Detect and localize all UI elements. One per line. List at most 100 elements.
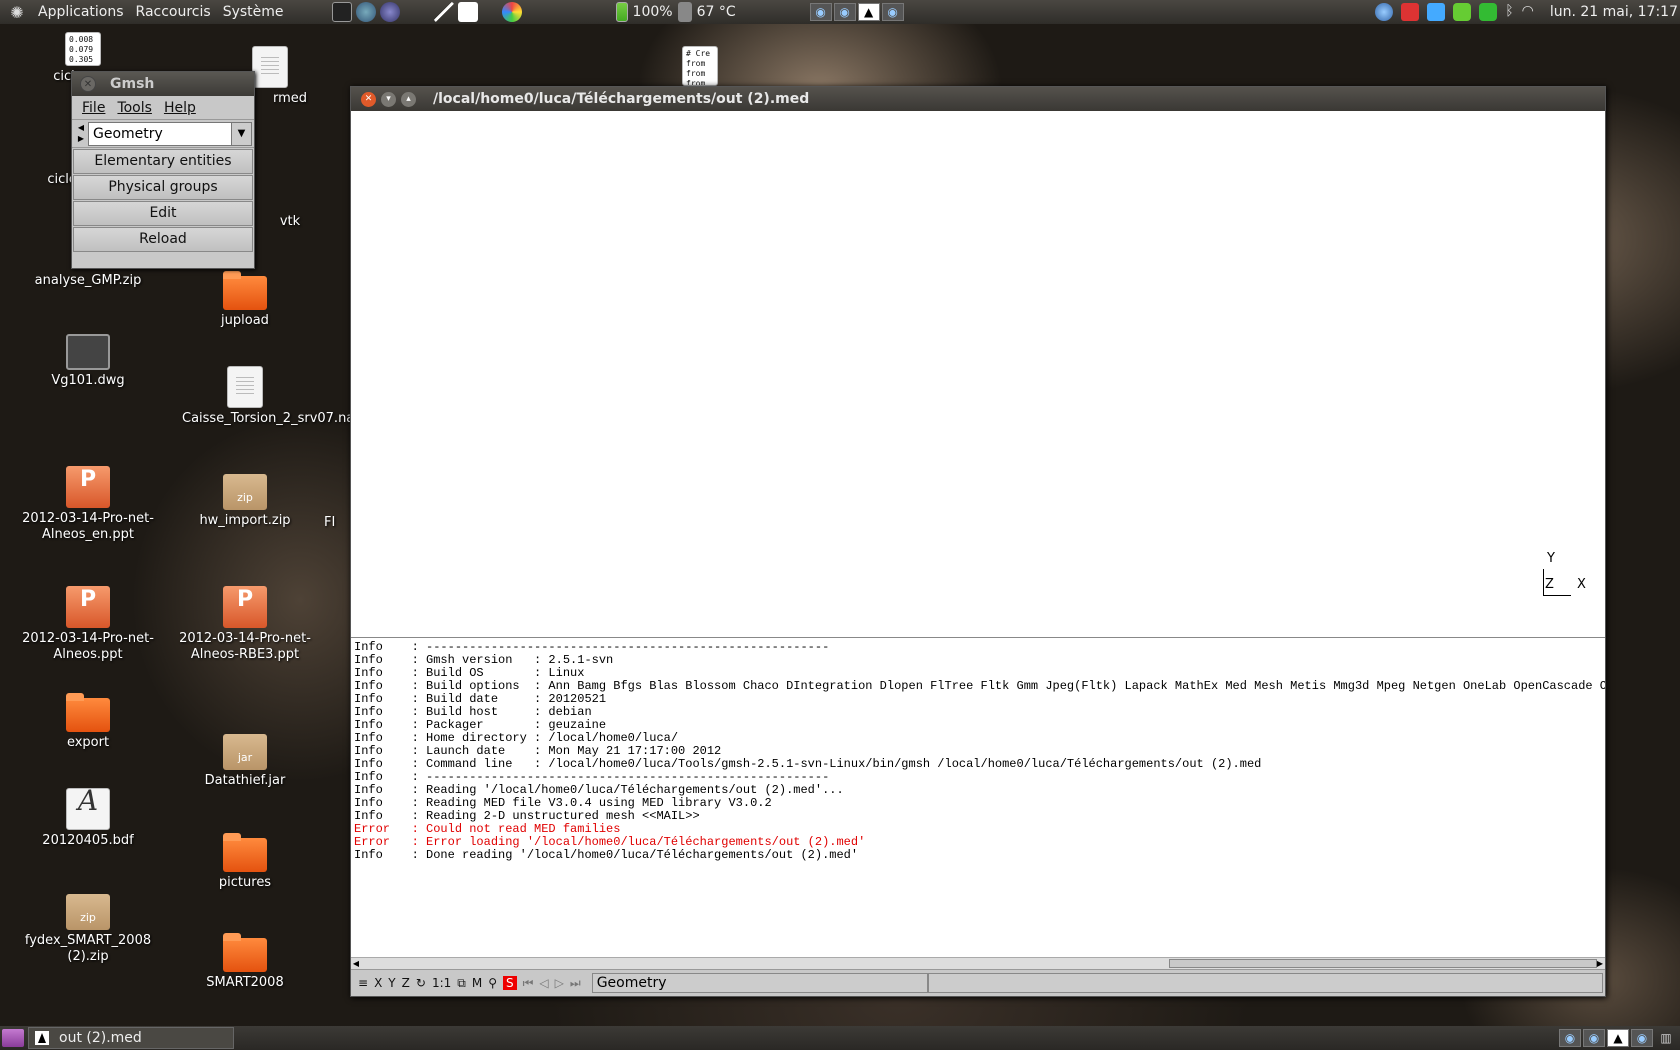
chrome-tray-icon[interactable] [1375,3,1394,21]
close-icon[interactable]: ✕ [361,91,376,107]
cpu-temp-icon [677,2,692,22]
folder-icon [66,693,110,732]
desktop-icon-smart2008[interactable]: SMART2008 [170,933,320,991]
ubuntu-logo-icon[interactable]: ✺ [6,1,28,23]
elementary-entities-button[interactable]: Elementary entities [73,149,253,174]
minimize-icon[interactable]: ▾ [381,91,396,107]
desktop-icon-python-script[interactable]: # Cre from from from [670,46,730,89]
reload-button[interactable]: Reload [73,227,253,252]
zip-file-icon: zip [66,894,110,930]
projection-icon[interactable]: ⧉ [457,976,466,991]
desktop-icon-fydex[interactable]: zip fydex_SMART_2008 (2).zip [13,894,163,965]
view-z-button[interactable]: Z [402,976,410,990]
main-titlebar[interactable]: ✕ ▾ ▴ /local/home0/luca/Téléchargements/… [351,87,1605,111]
menu-raccourcis[interactable]: Raccourcis [130,0,217,24]
menu-systeme[interactable]: Système [217,0,290,24]
show-desktop-icon[interactable] [2,1029,24,1047]
gmsh-menu-title: Gmsh [110,76,155,92]
desktop-icon-label: 2012-03-14-Pro-net-Alneos-RBE3.ppt [179,631,311,662]
module-nav-arrows-icon[interactable]: ◀ ▶ [74,122,88,146]
next-step-icon[interactable]: ▷ [555,976,564,990]
edit-button[interactable]: Edit [73,201,253,226]
desktop-icon-label: rmed [272,91,308,106]
workspace-4[interactable]: ◉ [1631,1029,1653,1047]
desktop-icon-export[interactable]: export [13,693,163,751]
info-message-line: Info : Done reading '/local/home0/luca/T… [354,848,859,862]
scroll-right-icon[interactable]: ▶ [1595,958,1605,969]
workspace-1[interactable]: ◉ [1559,1029,1581,1047]
horizontal-scrollbar[interactable]: ◀ ▶ [351,957,1605,969]
pinwheel-launcher-icon[interactable] [501,2,522,22]
desktop-icon-jupload[interactable]: jupload [170,271,320,329]
module-select[interactable]: Geometry ▼ [88,121,252,146]
text-file-icon: # Cre from from from [682,46,718,86]
last-step-icon[interactable]: ⏭ [570,976,581,991]
desktop-icon-ppt[interactable]: P 2012-03-14-Pro-net-Alneos.ppt [13,586,163,663]
battery-icon [615,2,628,22]
prev-step-icon[interactable]: ◁ [539,976,548,990]
view-x-button[interactable]: X [374,976,382,990]
gmsh-menubar: File Tools Help [72,96,254,120]
workspace-switcher: ◉ ◉ ▲ ◉ ▥ [1558,1029,1678,1047]
desktop-icon-pictures[interactable]: pictures [170,833,320,891]
workspace-2[interactable]: ◉ [1583,1029,1605,1047]
menu-file[interactable]: File [82,100,105,116]
scrollbar-thumb[interactable] [1169,959,1597,968]
module-row: ◀ ▶ Geometry ▼ [72,120,254,148]
ppt-file-icon: P [66,586,110,628]
ppt-file-icon: P [66,466,110,508]
trash-icon[interactable]: ▥ [1655,1029,1677,1047]
chat-icon[interactable] [1453,3,1472,21]
close-icon[interactable]: ✕ [80,76,96,92]
dropbox-icon[interactable] [1427,3,1446,21]
view-y-button[interactable]: Y [388,976,395,990]
desktop-icon-caisse[interactable]: Caisse_Torsion_2_srv07.nas [170,366,361,427]
toggle-menu-icon[interactable]: ≡ [358,976,368,990]
message-console[interactable]: Info : ---------------------------------… [351,637,1605,957]
opengl-view[interactable]: Y Z X [351,111,1605,637]
workspace-3[interactable]: ▲ [1607,1029,1629,1047]
top-panel: ✺ Applications Raccourcis Système 100% 6… [0,0,1680,24]
desktop-icon-label: 2012-03-14-Pro-net-Alneos_en.ppt [22,511,154,542]
desktop-icon-datathief[interactable]: jar Datathief.jar [170,734,320,789]
text-file-icon: 0.008 0.079 0.305 [65,32,101,66]
select-button[interactable]: S [502,976,517,990]
gmsh-launcher-icon[interactable] [433,2,454,22]
scale-1-1-button[interactable]: 1:1 [432,976,451,990]
physical-groups-button[interactable]: Physical groups [73,175,253,200]
menu-help[interactable]: Help [164,100,196,116]
desktop-icon-label: Vg101.dwg [51,373,125,388]
desktop-icon-hw-import[interactable]: zip hw_import.zip [170,474,320,529]
window-btn-1[interactable]: ◉ [809,3,832,21]
menu-tools[interactable]: Tools [117,100,152,116]
desktop-icon-bdf[interactable]: A 20120405.bdf [13,787,163,849]
font-file-icon: A [66,787,110,830]
taskbar-item-out-med[interactable]: out (2).med [28,1027,234,1049]
window-btn-3[interactable]: ▲ [857,3,880,21]
scroll-left-icon[interactable]: ◀ [351,958,361,969]
wifi-icon[interactable]: ◠ [1522,3,1534,21]
gmsh-menu-titlebar[interactable]: ✕ Gmsh [72,72,254,96]
chevron-down-icon[interactable]: ▼ [231,122,251,145]
rotate-icon[interactable]: ↻ [416,976,426,990]
chromium-launcher-icon[interactable] [355,2,376,22]
desktop-icon-ppt-rbe3[interactable]: P 2012-03-14-Pro-net-Alneos-RBE3.ppt [170,586,320,663]
eclipse-launcher-icon[interactable] [379,2,400,22]
power-icon[interactable] [1401,3,1420,21]
clock[interactable]: lun. 21 mai, 17:17 [1538,4,1680,20]
first-step-icon[interactable]: ⏮ [523,976,534,991]
bluetooth-icon[interactable]: ᛒ [1505,3,1513,21]
mesh-visibility-button[interactable]: M [472,976,482,990]
desktop-icon-vg101[interactable]: Vg101.dwg [13,334,163,389]
window-btn-2[interactable]: ◉ [833,3,856,21]
maximize-icon[interactable]: ▴ [401,91,416,107]
lasso-zoom-icon[interactable]: ⚲ [488,976,497,990]
desktop-icon-label: export [66,735,110,750]
terminal-launcher-icon[interactable] [331,2,352,22]
salome-launcher-icon[interactable] [457,2,478,22]
window-btn-4[interactable]: ◉ [881,3,904,21]
menu-applications[interactable]: Applications [32,0,130,24]
gmsh-graphic-window: ✕ ▾ ▴ /local/home0/luca/Téléchargements/… [350,86,1606,997]
desktop-icon-ppt-en[interactable]: P 2012-03-14-Pro-net-Alneos_en.ppt [13,466,163,543]
update-check-icon[interactable] [1479,3,1498,21]
